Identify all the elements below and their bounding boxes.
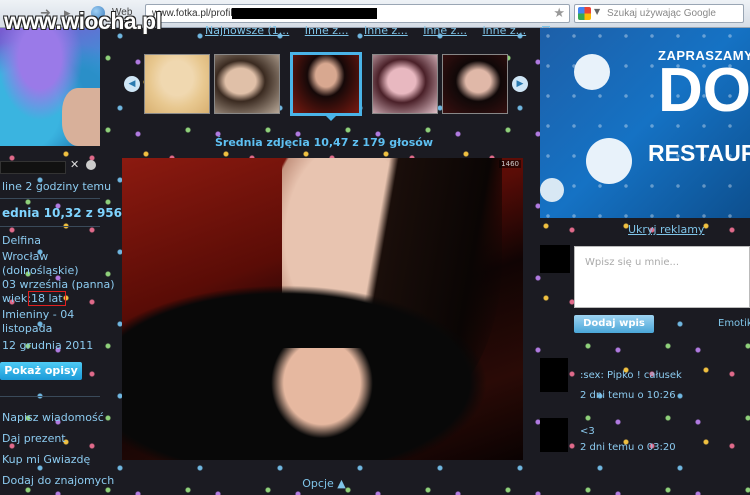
profile-nameday-date: listopada [2,322,53,335]
emoticons-link[interactable]: Emotik [718,318,750,329]
options-link[interactable]: Opcje ▲ [110,477,538,490]
ad-badge [540,178,564,202]
write-message-link[interactable]: Napisz wiadomość [2,411,104,424]
avatar[interactable] [540,418,568,452]
prev-thumbnail-icon[interactable]: ◀ [124,76,140,92]
avatar[interactable] [540,358,568,392]
address-text: www.fotka.pl/profil/ [152,8,236,19]
next-thumbnail-icon[interactable]: ▶ [512,76,528,92]
watermark: www.wiocha.pl [4,8,162,34]
thumbnail[interactable] [144,54,210,114]
show-descriptions-button[interactable]: Pokaż opisy [0,362,82,380]
ad-badge [574,54,610,90]
search-go-icon[interactable] [86,160,96,170]
tab-other-1[interactable]: Inne z... [305,24,349,37]
google-icon[interactable] [578,7,591,20]
profile-city: Wrocław [2,250,49,263]
tab-newest[interactable]: Najnowsze (1... [205,24,289,37]
profile-nameday: Imieniny - 04 [2,308,75,321]
right-sidebar: ZAPRASZAMY DO RESTAURACJI Ukryj reklamy … [538,28,750,495]
photo-rating: Średnia zdjęcia 10,47 z 179 głosów [214,136,433,149]
close-icon[interactable]: ✕ [70,158,79,171]
main-photo[interactable]: 1460 [122,158,523,460]
give-gift-link[interactable]: Daj prezent [2,432,66,445]
add-post-button[interactable]: Dodaj wpis [574,315,654,333]
hide-ads-link[interactable]: Ukryj reklamy [628,223,704,236]
profile-name: Delfina [2,234,41,247]
photo-region [262,348,382,448]
thumbnail-strip: ◀ ▶ [120,52,530,120]
photo-viewer: Najnowsze (1... Inne z... Inne z... Inne… [110,24,550,495]
chevron-down-icon[interactable]: ▼ [594,7,600,16]
ad-banner[interactable]: ZAPRASZAMY DO RESTAURACJI [540,28,750,218]
avatar [540,245,570,273]
address-bar[interactable]: www.fotka.pl/profil/ ★ [145,4,570,23]
add-friend-link[interactable]: Dodaj do znajomych [2,474,114,487]
address-redaction [232,8,377,19]
post-text: <3 [580,426,595,437]
thumbnail-active[interactable] [290,52,362,116]
post-time: 2 dni temu o 10:26 [580,390,676,401]
divider [0,396,100,397]
profile-age-label: wiek: [2,292,31,305]
profile-region: (dolnośląskie) [2,264,79,277]
comment-input[interactable]: Wpisz się u mnie... [574,246,750,308]
ad-subheadline: RESTAURACJI [648,140,750,166]
bookmark-star-icon[interactable]: ★ [553,6,565,21]
tab-other-3[interactable]: Inne z... [423,24,467,37]
ad-headline-big: DO [658,56,750,125]
avatar-face [62,88,100,146]
thumbnail[interactable] [442,54,508,114]
photo-view-counter: 1460 [499,160,521,168]
post-text: :sex: Pipko ! całusek [580,370,682,381]
profile-joined: 12 grudnia 2011 [2,339,94,352]
photo-tabs: Najnowsze (1... Inne z... Inne z... Inne… [205,24,550,38]
online-status: line 2 godziny temu [2,180,112,193]
tab-other-2[interactable]: Inne z... [364,24,408,37]
active-thumbnail-pointer [324,114,338,121]
thumbnail[interactable] [372,54,438,114]
avatar[interactable] [0,28,100,146]
divider [0,198,100,199]
profile-age: 18 lat [28,291,66,306]
search-placeholder: Szukaj używając Google [607,8,716,19]
buy-star-link[interactable]: Kup mi Gwiazdę [2,453,90,466]
divider [0,226,100,227]
search-bar[interactable]: ▼ Szukaj używając Google [574,4,744,23]
user-search-input[interactable] [0,161,66,174]
profile-rating: ednia 10,32 z 956 [2,206,123,220]
ad-badge [586,138,632,184]
thumbnail[interactable] [214,54,280,114]
tab-other-4[interactable]: Inne z... [482,24,526,37]
left-sidebar: ✕ line 2 godziny temu ednia 10,32 z 956 … [0,28,122,495]
profile-birthday: 03 września (panna) [2,278,115,291]
post-time: 2 dni temu o 03:20 [580,442,676,453]
